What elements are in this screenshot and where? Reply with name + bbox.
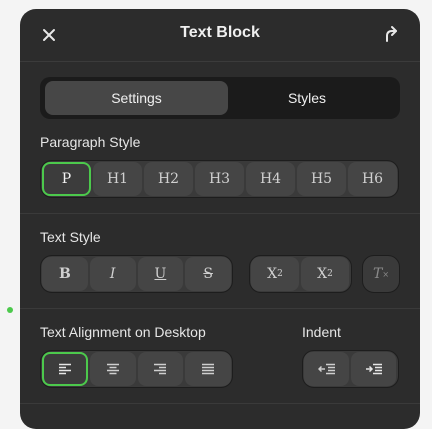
curved-arrow-up-icon[interactable] <box>382 24 400 44</box>
paragraph-style-label: Paragraph Style <box>40 134 141 150</box>
divider <box>20 308 420 309</box>
text-block-panel: Text Block Settings Styles Paragraph Sty… <box>20 9 420 429</box>
superscript-button[interactable]: X2 <box>301 257 349 291</box>
indent-icon[interactable] <box>351 352 396 386</box>
subscript-mark: 2 <box>277 269 283 279</box>
superscript-letter: X <box>317 266 328 282</box>
subscript-button[interactable]: X2 <box>251 257 299 291</box>
clear-format-group: T × <box>362 255 400 293</box>
clear-x-icon: × <box>382 269 390 279</box>
tab-settings[interactable]: Settings <box>45 81 228 115</box>
panel-header: Text Block <box>20 9 420 62</box>
panel-title: Text Block <box>180 24 260 41</box>
divider <box>20 403 420 404</box>
script-group: X2 X2 <box>249 255 352 293</box>
text-alignment-label: Text Alignment on Desktop <box>40 324 206 340</box>
bold-button[interactable]: B <box>42 257 88 291</box>
indent-group <box>302 350 399 388</box>
heading-h6-button[interactable]: H6 <box>348 162 397 196</box>
italic-button[interactable]: I <box>89 257 136 291</box>
clear-formatting-button[interactable]: T × <box>364 257 398 291</box>
text-format-group: B I U S <box>40 255 233 293</box>
indicator-dot <box>7 307 13 313</box>
subscript-letter: X <box>267 266 278 282</box>
outdent-icon[interactable] <box>304 352 349 386</box>
align-center-icon[interactable] <box>89 352 136 386</box>
clear-formatting-letter: T <box>372 266 383 282</box>
align-right-icon[interactable] <box>137 352 184 386</box>
align-justify-icon[interactable] <box>185 352 232 386</box>
heading-h2-button[interactable]: H2 <box>144 162 193 196</box>
alignment-group <box>40 350 233 388</box>
heading-h4-button[interactable]: H4 <box>246 162 295 196</box>
heading-h5-button[interactable]: H5 <box>297 162 346 196</box>
heading-h1-button[interactable]: H1 <box>93 162 142 196</box>
settings-styles-switch: Settings Styles <box>40 77 400 119</box>
underline-button[interactable]: U <box>137 257 184 291</box>
superscript-mark: 2 <box>327 269 333 279</box>
divider <box>20 213 420 214</box>
paragraph-p-button[interactable]: P <box>42 162 91 196</box>
paragraph-style-group: P H1 H2 H3 H4 H5 H6 <box>40 160 399 198</box>
heading-h3-button[interactable]: H3 <box>195 162 244 196</box>
tab-styles[interactable]: Styles <box>217 81 397 115</box>
align-left-icon[interactable] <box>42 352 88 386</box>
text-style-label: Text Style <box>40 229 101 245</box>
indent-label: Indent <box>302 324 341 340</box>
strikethrough-button[interactable]: S <box>185 257 231 291</box>
